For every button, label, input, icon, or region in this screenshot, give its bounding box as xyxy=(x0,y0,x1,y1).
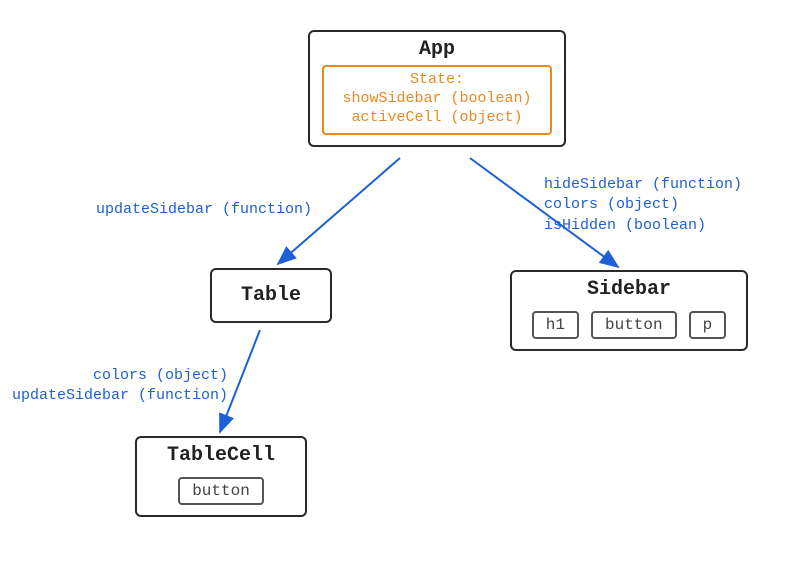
label-app-to-sidebar: hideSidebar (function) colors (object) i… xyxy=(544,175,742,236)
sidebar-child-p: p xyxy=(689,311,727,339)
node-table-title: Table xyxy=(212,284,330,307)
sidebar-child-h1: h1 xyxy=(532,311,579,339)
node-app-title: App xyxy=(310,38,564,61)
state-heading: State: xyxy=(330,71,544,90)
node-sidebar-children: h1 button p xyxy=(512,305,746,349)
node-tablecell-title: TableCell xyxy=(137,444,305,467)
node-app-state: State: showSidebar (boolean) activeCell … xyxy=(322,65,552,135)
state-line-1: showSidebar (boolean) xyxy=(330,90,544,109)
sidebar-child-button: button xyxy=(591,311,677,339)
state-line-2: activeCell (object) xyxy=(330,109,544,128)
label-app-to-table: updateSidebar (function) xyxy=(86,200,312,220)
tablecell-child-button: button xyxy=(178,477,264,505)
node-table: Table xyxy=(210,268,332,323)
diagram-canvas: App State: showSidebar (boolean) activeC… xyxy=(0,0,800,563)
node-tablecell-children: button xyxy=(137,471,305,515)
label-table-to-tablecell: colors (object) updateSidebar (function) xyxy=(0,366,228,407)
node-sidebar-title: Sidebar xyxy=(512,278,746,301)
node-sidebar: Sidebar h1 button p xyxy=(510,270,748,351)
node-app: App State: showSidebar (boolean) activeC… xyxy=(308,30,566,147)
node-tablecell: TableCell button xyxy=(135,436,307,517)
